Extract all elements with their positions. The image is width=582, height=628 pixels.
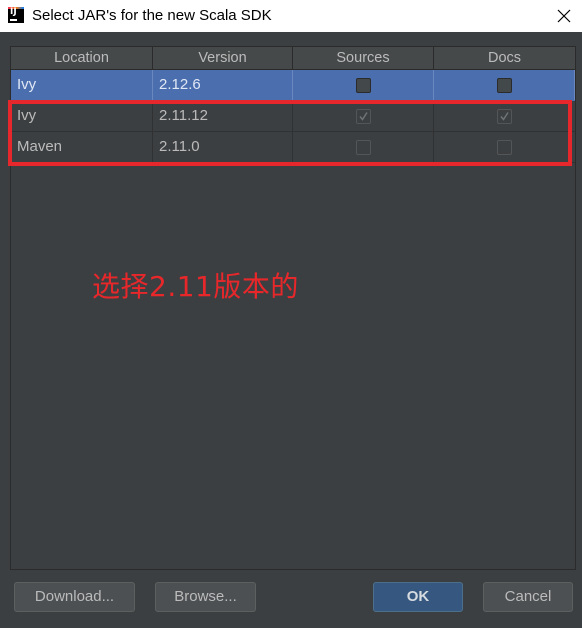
sources-cell (293, 101, 434, 131)
docs-checkbox[interactable] (497, 139, 512, 155)
docs-cell (434, 70, 575, 100)
app-icon-bar (10, 19, 17, 21)
version-cell: 2.11.0 (153, 132, 293, 162)
table-row[interactable]: Ivy 2.12.6 (11, 70, 575, 101)
sources-cell (293, 70, 434, 100)
annotation-text: 选择2.11版本的 (92, 270, 299, 303)
app-icon-label: IJ (10, 7, 17, 17)
title-bar: IJ Select JAR's for the new Scala SDK (0, 0, 582, 32)
docs-checkbox[interactable] (497, 108, 512, 124)
docs-cell (434, 101, 575, 131)
intellij-app-icon: IJ (8, 7, 24, 23)
jar-table: Location Version Sources Docs Ivy 2.12.6… (10, 46, 576, 570)
sources-checkbox[interactable] (355, 77, 371, 93)
ok-button[interactable]: OK (373, 582, 463, 612)
column-header-docs[interactable]: Docs (434, 47, 575, 69)
table-header: Location Version Sources Docs (11, 47, 575, 70)
close-icon (557, 9, 571, 23)
location-cell: Maven (11, 132, 153, 162)
browse-button[interactable]: Browse... (155, 582, 256, 612)
location-cell: Ivy (11, 101, 153, 131)
version-cell: 2.12.6 (153, 70, 293, 100)
version-cell: 2.11.12 (153, 101, 293, 131)
column-header-location[interactable]: Location (11, 47, 153, 69)
close-button[interactable] (546, 0, 582, 32)
table-row[interactable]: Maven 2.11.0 (11, 132, 575, 163)
window-title: Select JAR's for the new Scala SDK (32, 7, 272, 24)
table-row[interactable]: Ivy 2.11.12 (11, 101, 575, 132)
cancel-button[interactable]: Cancel (483, 582, 573, 612)
sources-checkbox[interactable] (355, 108, 371, 124)
download-button[interactable]: Download... (14, 582, 135, 612)
sources-cell (293, 132, 434, 162)
column-header-version[interactable]: Version (153, 47, 293, 69)
column-header-sources[interactable]: Sources (293, 47, 434, 69)
location-cell: Ivy (11, 70, 153, 100)
checkmark-icon (358, 111, 368, 121)
checkmark-icon (500, 111, 509, 121)
select-jars-dialog: IJ Select JAR's for the new Scala SDK Lo… (0, 0, 582, 628)
docs-checkbox[interactable] (496, 77, 512, 93)
sources-checkbox[interactable] (355, 139, 371, 155)
docs-cell (434, 132, 575, 162)
